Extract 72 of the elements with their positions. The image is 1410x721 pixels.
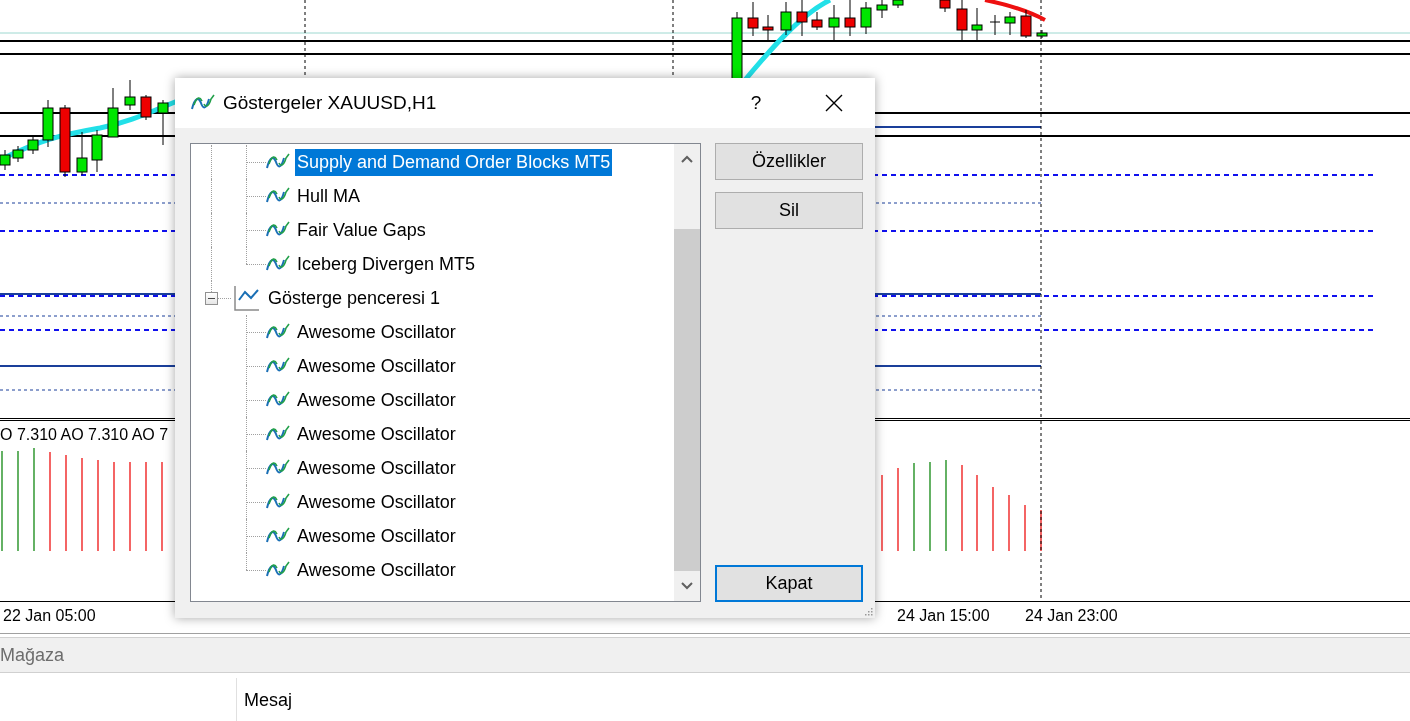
indicator-icon <box>266 459 290 477</box>
indicator-icon <box>266 323 290 341</box>
indicator-icon <box>266 153 290 171</box>
tree-item[interactable]: Awesome Oscillator <box>295 488 458 516</box>
indicator-icon <box>191 94 215 112</box>
dialog-button[interactable]: Sil <box>715 192 863 229</box>
candlestick <box>107 87 119 138</box>
tree-item[interactable]: Awesome Oscillator <box>295 420 458 448</box>
close-icon <box>825 94 843 112</box>
tree-item[interactable]: Iceberg Divergen MT5 <box>295 250 478 278</box>
tree-item[interactable]: Awesome Oscillator <box>295 454 458 482</box>
indicator-icon <box>266 255 290 273</box>
indicator-icon <box>266 221 290 239</box>
candlestick <box>892 0 904 9</box>
scrollbar-thumb[interactable] <box>674 229 700 571</box>
candlestick <box>42 99 54 148</box>
candlestick <box>762 14 774 41</box>
dialog-button[interactable]: Özellikler <box>715 143 863 180</box>
help-button[interactable]: ? <box>736 83 776 123</box>
dialog-title: Göstergeler XAUUSD,H1 <box>223 92 438 114</box>
dialog-button[interactable]: Kapat <box>715 565 863 602</box>
candlestick <box>76 131 88 176</box>
indicator-icon <box>266 561 290 579</box>
candlestick <box>860 1 872 35</box>
candlestick <box>780 1 792 36</box>
candlestick <box>989 14 1001 36</box>
candlestick <box>0 149 11 171</box>
collapse-toggle[interactable] <box>205 292 218 305</box>
candlestick <box>844 0 856 37</box>
chevron-up-icon <box>681 155 693 163</box>
tree-item[interactable]: Fair Value Gaps <box>295 216 428 244</box>
tree-item[interactable]: Gösterge penceresi 1 <box>266 284 443 312</box>
tree-item[interactable]: Supply and Demand Order Blocks MT5 <box>295 148 613 176</box>
time-axis-label: 24 Jan 23:00 <box>1025 607 1118 625</box>
tree-item[interactable]: Awesome Oscillator <box>295 522 458 550</box>
candlestick <box>971 7 983 43</box>
candlestick <box>747 1 759 37</box>
tree-item[interactable]: Hull MA <box>295 182 362 210</box>
tree-item[interactable]: Awesome Oscillator <box>295 352 458 380</box>
minus-icon <box>208 295 215 302</box>
candlestick <box>731 11 743 81</box>
indicator-icon <box>266 187 290 205</box>
indicator-icon <box>266 357 290 375</box>
time-axis-label: 24 Jan 15:00 <box>897 607 990 625</box>
column-header[interactable]: Mesaj <box>244 689 292 711</box>
tree-item[interactable]: Awesome Oscillator <box>295 556 458 584</box>
candlestick <box>27 135 39 155</box>
time-axis-label: 22 Jan 05:00 <box>3 607 96 625</box>
indicator-icon <box>266 391 290 409</box>
resize-grip-icon[interactable] <box>863 606 873 616</box>
tree-item[interactable]: Awesome Oscillator <box>295 386 458 414</box>
indicator-icon <box>266 493 290 511</box>
candlestick <box>956 0 968 43</box>
chevron-down-icon <box>681 582 693 590</box>
candlestick <box>91 129 103 173</box>
candlestick <box>828 4 840 43</box>
candlestick <box>796 0 808 37</box>
candlestick <box>811 11 823 31</box>
toolbox-tab[interactable]: Mağaza <box>0 644 65 666</box>
indicator-icon <box>266 527 290 545</box>
candlestick <box>157 99 169 146</box>
candlestick <box>1004 11 1016 36</box>
candlestick <box>12 145 24 163</box>
indicator-icon <box>266 425 290 443</box>
subwindow-icon <box>234 285 260 311</box>
tree-item[interactable]: Awesome Oscillator <box>295 318 458 346</box>
candlestick <box>1020 9 1032 39</box>
candlestick <box>939 0 951 13</box>
candlestick <box>140 94 152 121</box>
moving-average-line <box>984 0 1046 22</box>
candlestick <box>876 0 888 19</box>
candlestick <box>124 79 136 111</box>
